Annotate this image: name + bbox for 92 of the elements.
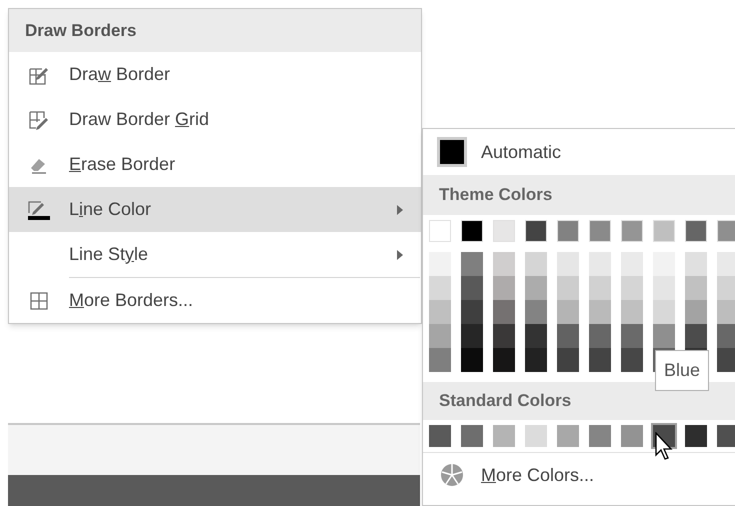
menu-item-label: Draw Border (69, 64, 170, 84)
color-swatch[interactable] (717, 252, 735, 276)
menu-item[interactable]: More Borders... (9, 278, 421, 323)
menu-item[interactable]: Line Style (9, 232, 421, 277)
color-swatch[interactable] (653, 276, 675, 300)
borders-icon (29, 290, 49, 310)
color-swatch[interactable] (589, 252, 611, 276)
color-wheel-icon (440, 463, 464, 487)
color-swatch[interactable] (589, 348, 611, 372)
color-swatch[interactable] (557, 252, 579, 276)
color-swatch[interactable] (525, 324, 547, 348)
color-swatch[interactable] (653, 324, 675, 348)
color-swatch[interactable] (429, 276, 451, 300)
menu-item[interactable]: Draw Border Grid (9, 97, 421, 142)
color-swatch[interactable] (589, 300, 611, 324)
color-swatch[interactable] (589, 425, 611, 447)
color-swatch[interactable] (461, 348, 483, 372)
color-swatch[interactable] (429, 348, 451, 372)
color-swatch[interactable] (717, 220, 735, 242)
color-swatch[interactable] (621, 276, 643, 300)
color-swatch[interactable] (429, 300, 451, 324)
color-swatch[interactable] (717, 425, 735, 447)
menu-header: Draw Borders (9, 9, 421, 52)
color-swatch[interactable] (653, 300, 675, 324)
color-swatch[interactable] (525, 276, 547, 300)
color-swatch[interactable] (429, 220, 451, 242)
menu-item-label: Draw Border Grid (69, 109, 210, 129)
color-swatch[interactable] (461, 252, 483, 276)
color-swatch[interactable] (717, 348, 735, 372)
color-swatch[interactable] (621, 252, 643, 276)
color-swatch[interactable] (621, 348, 643, 372)
color-swatch[interactable] (589, 276, 611, 300)
menu-item-label: Line Color (69, 199, 152, 219)
color-swatch[interactable] (429, 425, 451, 447)
color-swatch[interactable] (493, 276, 515, 300)
color-swatch[interactable] (557, 324, 579, 348)
color-swatch[interactable] (685, 425, 707, 447)
color-swatch[interactable] (685, 276, 707, 300)
color-swatch[interactable] (525, 252, 547, 276)
menu-item-label: Erase Border (69, 154, 176, 174)
color-swatch[interactable] (461, 300, 483, 324)
color-swatch[interactable] (621, 425, 643, 447)
tooltip: Blue (655, 350, 710, 391)
color-swatch[interactable] (493, 324, 515, 348)
color-swatch[interactable] (557, 425, 579, 447)
color-swatch[interactable] (493, 220, 515, 242)
automatic-option[interactable]: Automatic (423, 129, 735, 175)
draw-grid-icon (29, 110, 49, 130)
color-swatch[interactable] (493, 425, 515, 447)
color-swatch[interactable] (589, 324, 611, 348)
color-swatch[interactable] (493, 348, 515, 372)
color-swatch[interactable] (653, 252, 675, 276)
mouse-cursor-icon (655, 432, 673, 460)
color-swatch[interactable] (557, 276, 579, 300)
color-swatch[interactable] (685, 300, 707, 324)
color-swatch[interactable] (461, 324, 483, 348)
color-swatch[interactable] (525, 300, 547, 324)
color-swatch[interactable] (429, 324, 451, 348)
color-swatch[interactable] (429, 252, 451, 276)
color-swatch[interactable] (621, 300, 643, 324)
color-swatch[interactable] (525, 220, 547, 242)
color-swatch[interactable] (461, 220, 483, 242)
color-swatch[interactable] (557, 348, 579, 372)
menu-item-label: More Colors... (481, 464, 594, 486)
color-swatch[interactable] (493, 300, 515, 324)
color-swatch[interactable] (589, 220, 611, 242)
menu-item-label: More Borders... (69, 290, 194, 310)
menu-item[interactable]: Erase Border (9, 142, 421, 187)
menu-item[interactable]: Draw Border (9, 52, 421, 97)
color-swatch[interactable] (525, 425, 547, 447)
section-header: Theme Colors (423, 175, 735, 215)
pencil-line-icon (28, 198, 50, 220)
color-swatch[interactable] (685, 220, 707, 242)
color-swatch[interactable] (525, 348, 547, 372)
color-swatch[interactable] (717, 300, 735, 324)
color-swatch[interactable] (685, 252, 707, 276)
color-swatch[interactable] (685, 324, 707, 348)
more-colors-option[interactable]: More Colors... (423, 453, 735, 497)
color-swatch[interactable] (621, 220, 643, 242)
color-swatch[interactable] (621, 324, 643, 348)
color-swatch[interactable] (717, 276, 735, 300)
color-swatch[interactable] (717, 324, 735, 348)
menu-item[interactable]: Line Color (9, 187, 421, 232)
automatic-label: Automatic (481, 140, 562, 164)
menu-item-label: Line Style (69, 244, 148, 264)
color-swatch[interactable] (557, 300, 579, 324)
color-swatch[interactable] (557, 220, 579, 242)
color-swatch[interactable] (493, 252, 515, 276)
color-swatch[interactable] (461, 276, 483, 300)
color-swatch[interactable] (461, 425, 483, 447)
color-swatch[interactable] (653, 220, 675, 242)
section-header: Standard Colors (423, 382, 735, 420)
